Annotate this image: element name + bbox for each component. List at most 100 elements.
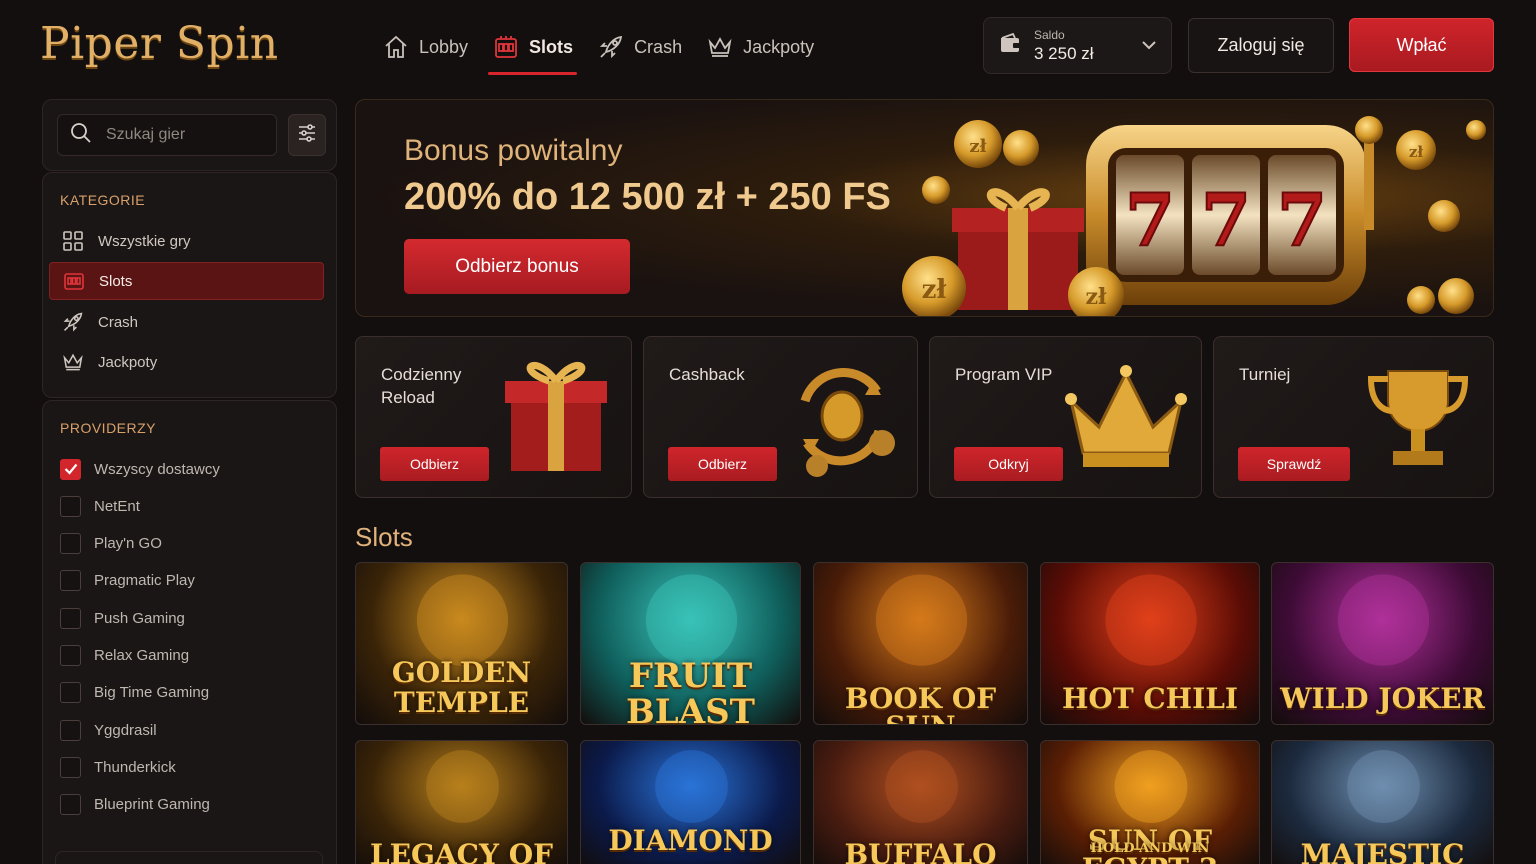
crown-icon xyxy=(62,351,84,373)
rocket-icon xyxy=(62,311,84,333)
balance-info: Saldo 3 250 zł xyxy=(1034,28,1094,64)
checkbox[interactable] xyxy=(60,682,81,704)
provider-filter-item[interactable]: Pragmatic Play xyxy=(60,569,195,593)
provider-filter-item[interactable]: Push Gaming xyxy=(60,606,185,630)
welcome-bonus-banner: Bonus powitalny 200% do 12 500 zł + 250 … xyxy=(355,99,1494,317)
provider-filter-item[interactable]: Thunderkick xyxy=(60,755,176,779)
promo-title: Cashback xyxy=(669,365,745,384)
claim-bonus-button[interactable]: Odbierz bonus xyxy=(404,239,630,294)
provider-filter-item[interactable]: Play'n GO xyxy=(60,532,162,556)
promo-button[interactable]: Sprawdź xyxy=(1238,447,1350,481)
checkbox[interactable] xyxy=(60,495,81,517)
slot-machine-icon xyxy=(492,33,520,61)
checkbox[interactable] xyxy=(60,570,81,592)
slot-machine-icon xyxy=(63,270,85,292)
checkbox[interactable] xyxy=(60,533,81,555)
crown-icon xyxy=(1065,365,1187,467)
balance-label: Saldo xyxy=(1034,27,1065,42)
checkbox-checked[interactable] xyxy=(60,458,81,480)
checkbox[interactable] xyxy=(60,719,81,741)
game-title: TEMPLE xyxy=(393,686,530,719)
category-jackpoty[interactable]: Jackpoty xyxy=(49,343,324,381)
crown-icon xyxy=(706,33,734,61)
provider-filter-item[interactable]: NetEnt xyxy=(60,494,140,518)
home-icon xyxy=(382,33,410,61)
provider-filter-item[interactable]: Big Time Gaming xyxy=(60,681,209,705)
game-tile[interactable]: SUN OF EGYPT 3HOLD AND WIN xyxy=(1040,740,1260,864)
filter-button[interactable] xyxy=(288,114,326,156)
category-label: Crash xyxy=(98,313,139,331)
providers-title: PROVIDERZY xyxy=(60,420,157,436)
wallet-icon xyxy=(998,32,1022,59)
main-nav: Lobby Slots Crash Jackpoty xyxy=(370,18,826,76)
promo-card-cashback[interactable]: Cashback Odbierz xyxy=(643,336,918,498)
game-tile[interactable]: BUFFALO xyxy=(813,740,1028,864)
game-tile[interactable]: HOT CHILI xyxy=(1040,562,1260,725)
promo-button[interactable]: Odkryj xyxy=(954,447,1063,481)
provider-label: Big Time Gaming xyxy=(94,684,210,702)
coin-label: zł xyxy=(922,275,948,305)
trophy-icon xyxy=(1367,370,1469,465)
hero-subtitle: Bonus powitalny xyxy=(404,134,623,167)
promo-card-vip[interactable]: Program VIP Odkryj xyxy=(929,336,1202,498)
login-button[interactable]: Zaloguj się xyxy=(1188,18,1334,73)
search-input[interactable] xyxy=(106,126,266,144)
provider-label: Blueprint Gaming xyxy=(94,796,210,814)
promo-title: Turniej xyxy=(1239,365,1291,384)
game-tile[interactable]: FRUIT BLAST xyxy=(580,562,801,725)
category-crash[interactable]: Crash xyxy=(49,303,324,341)
promo-button[interactable]: Odbierz xyxy=(668,447,777,481)
brand-logo[interactable]: Piper Spin xyxy=(40,18,279,69)
slot-machine-illustration: 7 7 7 zł zł zł zł xyxy=(902,116,1486,316)
deposit-button[interactable]: Wpłać xyxy=(1349,18,1494,72)
reel-symbol: 7 xyxy=(1201,177,1251,262)
game-title: BUFFALO xyxy=(844,838,997,864)
game-title: GOLDEN xyxy=(391,656,532,689)
sliders-icon xyxy=(297,123,317,147)
provider-label: Play'n GO xyxy=(94,535,162,553)
game-tile[interactable]: LEGACY OF xyxy=(355,740,568,864)
provider-label: Pragmatic Play xyxy=(94,572,195,590)
category-slots[interactable]: Slots xyxy=(49,262,324,300)
provider-label: NetEnt xyxy=(94,497,140,515)
promo-card-reload[interactable]: Codzienny Reload Odbierz xyxy=(355,336,632,498)
balance-dropdown[interactable]: Saldo 3 250 zł xyxy=(983,17,1172,74)
checkmark-icon xyxy=(64,463,77,475)
checkbox[interactable] xyxy=(60,794,81,816)
category-label: Jackpoty xyxy=(98,353,158,371)
nav-crash[interactable]: Crash xyxy=(585,18,694,76)
category-all-games[interactable]: Wszystkie gry xyxy=(49,222,324,260)
provider-filter-item[interactable]: Wszyscy dostawcy xyxy=(60,457,220,481)
provider-filter-item[interactable]: Blueprint Gaming xyxy=(60,793,210,817)
reel-symbol: 7 xyxy=(1277,177,1327,262)
game-tile[interactable]: MAJESTIC xyxy=(1271,740,1494,864)
game-title: HOLD AND WIN xyxy=(1090,841,1210,856)
categories-title: KATEGORIE xyxy=(60,192,146,208)
search-icon xyxy=(70,122,92,149)
game-tile[interactable]: GOLDEN TEMPLE xyxy=(355,562,568,725)
nav-lobby[interactable]: Lobby xyxy=(370,18,480,76)
game-tile[interactable]: BOOK OF SUN xyxy=(813,562,1028,725)
providers-more[interactable] xyxy=(55,851,323,864)
cashback-coins-icon xyxy=(800,368,895,477)
provider-label: Wszyscy dostawcy xyxy=(94,460,220,478)
game-tile[interactable]: DIAMONDSTRIKE xyxy=(580,740,801,864)
checkbox[interactable] xyxy=(60,645,81,666)
game-title: BLAST xyxy=(626,692,755,725)
nav-slots[interactable]: Slots xyxy=(480,18,585,76)
search-field[interactable] xyxy=(57,114,277,156)
provider-filter-item[interactable]: Relax Gaming xyxy=(60,644,189,668)
game-title: FRUIT xyxy=(628,656,753,696)
promo-button[interactable]: Odbierz xyxy=(380,447,489,481)
nav-jackpoty[interactable]: Jackpoty xyxy=(694,18,826,76)
grid-icon xyxy=(62,230,84,252)
slots-heading: Slots xyxy=(355,522,413,552)
game-title: LEGACY OF xyxy=(370,838,553,864)
promo-card-tournament[interactable]: Turniej Sprawdź xyxy=(1213,336,1494,498)
checkbox[interactable] xyxy=(60,607,81,629)
chevron-down-icon xyxy=(1141,37,1157,55)
checkbox[interactable] xyxy=(60,756,81,778)
game-tile[interactable]: WILD JOKER xyxy=(1271,562,1494,725)
promo-title: Codzienny Reload xyxy=(381,365,462,407)
provider-filter-item[interactable]: Yggdrasil xyxy=(60,718,157,742)
